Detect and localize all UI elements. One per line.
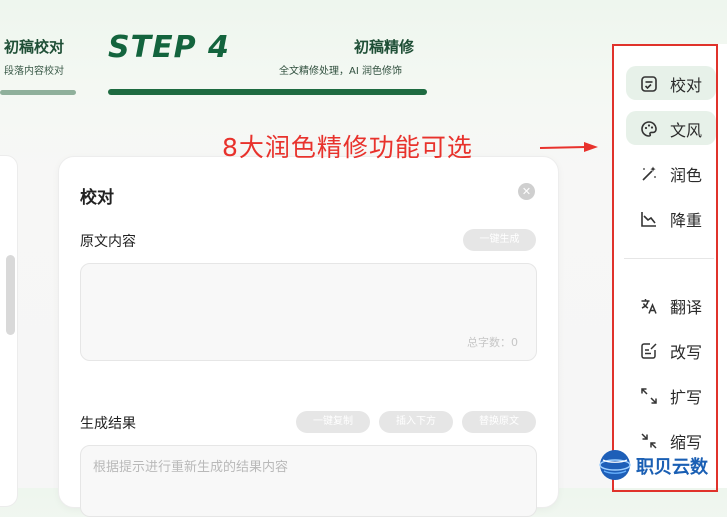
magic-wand-icon	[642, 166, 656, 181]
watermark: 职贝云数	[598, 446, 727, 488]
result-label: 生成结果	[80, 416, 136, 432]
trend-down-icon	[641, 212, 656, 227]
proofread-card: 校对 ✕ 原文内容 一键生成 总字数：0 生成结果 一键复制 插入下方 替换原文…	[58, 156, 559, 517]
step-3-progress-bar	[0, 90, 76, 95]
edit-document-icon	[641, 343, 657, 359]
sidebar-item-proofread[interactable]: 校对	[626, 66, 716, 100]
translate-icon	[641, 299, 657, 314]
sidebar-item-label: 校对	[670, 76, 703, 95]
generate-button[interactable]: 一键生成	[463, 229, 536, 251]
copy-button[interactable]: 一键复制	[296, 411, 370, 433]
sidebar-item-label: 翻译	[670, 298, 703, 317]
sidebar-item-style[interactable]: 文风	[626, 111, 716, 145]
expand-icon	[641, 388, 657, 404]
sidebar-item-translate[interactable]: 翻译	[626, 288, 716, 322]
sidebar-item-label: 润色	[670, 166, 703, 185]
sidebar-item-rewrite[interactable]: 改写	[626, 333, 716, 367]
sidebar-item-label: 文风	[670, 121, 703, 140]
result-output[interactable]: 根据提示进行重新生成的结果内容	[80, 445, 537, 517]
sidebar-item-label: 改写	[670, 343, 703, 362]
tool-sidebar: 校对 文风 润色 降重 翻译 改写 扩写 缩写	[612, 44, 718, 492]
replace-original-button[interactable]: 替换原文	[462, 411, 536, 433]
step-3-title: 初稿校对	[4, 38, 65, 56]
sidebar-item-label: 降重	[670, 211, 703, 230]
feature-annotation: 8大润色精修功能可选	[222, 133, 473, 162]
card-title: 校对	[80, 188, 114, 208]
step-3-subtitle: 段落内容校对	[4, 66, 64, 77]
left-scrollbar[interactable]	[6, 255, 15, 335]
original-content-input[interactable]: 总字数：0	[80, 263, 537, 361]
original-content-label: 原文内容	[80, 234, 136, 250]
globe-logo-icon	[599, 450, 631, 480]
insert-below-button[interactable]: 插入下方	[379, 411, 453, 433]
step-4-title: 初稿精修	[354, 38, 415, 56]
step-4-number: STEP 4	[108, 30, 230, 65]
proofread-icon	[641, 76, 657, 92]
annotation-arrow-icon	[539, 142, 598, 152]
sidebar-item-label: 扩写	[670, 388, 703, 407]
sidebar-item-rewrite-dedup[interactable]: 降重	[626, 201, 716, 235]
sidebar-item-polish[interactable]: 润色	[626, 156, 716, 190]
palette-icon	[641, 121, 657, 137]
step-4-progress-bar	[108, 89, 427, 95]
sidebar-divider	[624, 258, 714, 259]
step-4-subtitle: 全文精修处理，AI 润色修饰	[279, 66, 402, 77]
result-placeholder: 根据提示进行重新生成的结果内容	[93, 460, 289, 475]
watermark-text: 职贝云数	[636, 457, 708, 478]
close-icon[interactable]: ✕	[518, 183, 535, 200]
sidebar-item-expand[interactable]: 扩写	[626, 378, 716, 412]
char-count: 总字数：0	[467, 336, 518, 349]
